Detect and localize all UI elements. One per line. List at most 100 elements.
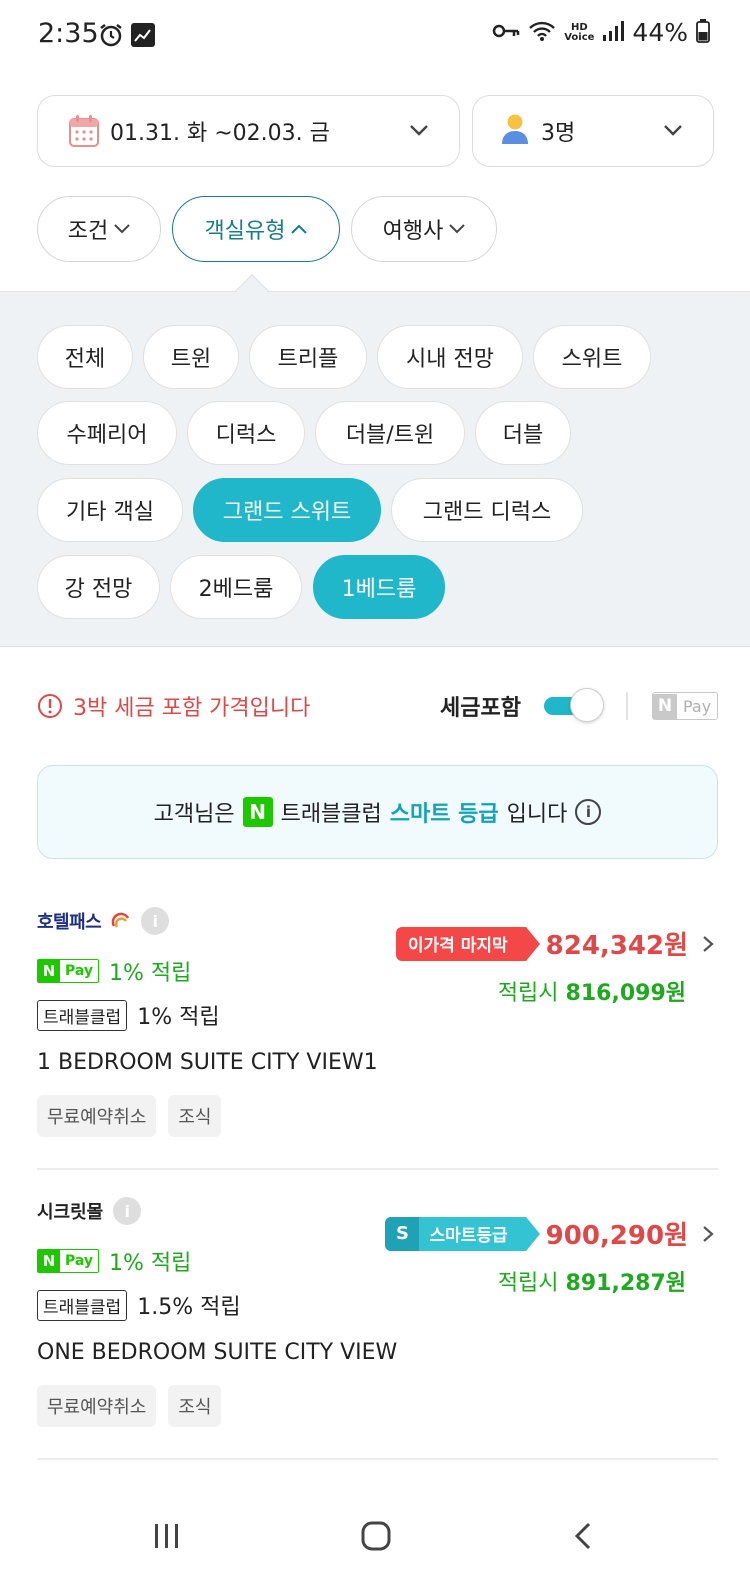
divider — [626, 692, 628, 720]
price: 824,342원 — [545, 931, 688, 961]
room-type-chip[interactable]: 2베드룸 — [170, 555, 302, 619]
reward-price: 적립시 891,287원 — [498, 1265, 686, 1297]
travelclub-badge: 트래블클럽 — [37, 999, 128, 1031]
vendor-info-icon[interactable]: i — [113, 1197, 142, 1225]
room-type-chip[interactable]: 수페리어 — [37, 401, 177, 465]
calendar-icon — [68, 114, 100, 152]
room-type-chip[interactable]: 디럭스 — [187, 401, 305, 465]
chevron-down-icon — [409, 122, 429, 141]
npay-badge: N Pay — [37, 1249, 100, 1273]
back-icon[interactable] — [572, 1521, 594, 1555]
npay-reward-row: N Pay 1% 적립 — [37, 1245, 191, 1277]
vendor-row: 시크릿몰 i — [37, 1197, 142, 1225]
room-name: 1 BEDROOM SUITE CITY VIEW1 — [37, 1050, 378, 1075]
tax-toggle-label: 세금포함 — [440, 696, 521, 721]
filter-agency[interactable]: 여행사 — [351, 196, 497, 262]
status-bar: 2:35 HD Voice 44% — [0, 0, 750, 70]
room-type-chip[interactable]: 그랜드 디럭스 — [391, 478, 583, 542]
naver-n-icon: N — [38, 1250, 60, 1272]
info-icon[interactable]: i — [575, 799, 602, 825]
npay-rate: 1% 적립 — [109, 961, 192, 986]
date-range-text: 01.31. 화 ~02.03. 금 — [110, 121, 330, 146]
room-type-chip[interactable]: 더블/트윈 — [315, 401, 465, 465]
reward-price-value: 891,287원 — [565, 1271, 686, 1296]
chevron-down-icon — [449, 224, 466, 234]
chevron-right-icon — [703, 935, 714, 952]
offer-listing[interactable]: 시크릿몰 i S 스마트등급 900,290원 적립시 891,287원 N Pa… — [37, 1195, 718, 1435]
npay-label: Pay — [65, 1253, 94, 1269]
smart-grade-label: 스마트등급 — [429, 1226, 508, 1246]
room-type-chip[interactable]: 스위트 — [533, 325, 651, 389]
vendor-logo-swirl-icon — [111, 912, 130, 928]
vendor-info-icon[interactable]: i — [141, 907, 170, 935]
tag-breakfast: 조식 — [168, 1385, 222, 1427]
vendor-name: 시크릿몰 — [37, 1202, 104, 1223]
home-icon[interactable] — [360, 1520, 392, 1556]
wifi-icon — [528, 20, 556, 46]
tax-include-toggle[interactable] — [544, 688, 604, 722]
toggle-knob — [570, 688, 604, 722]
reward-prefix: 적립시 — [497, 981, 559, 1006]
tag-list: 무료예약취소 조식 — [37, 1095, 222, 1137]
recent-apps-icon[interactable] — [152, 1521, 182, 1555]
hd-voice-top: HD — [570, 21, 588, 33]
room-type-chip[interactable]: 기타 객실 — [37, 478, 183, 542]
npay-filter-button[interactable]: N Pay — [652, 692, 719, 720]
room-name: ONE BEDROOM SUITE CITY VIEW — [37, 1340, 398, 1365]
signal-icon — [602, 20, 625, 46]
chevron-down-icon — [114, 224, 130, 234]
price: 900,290원 — [545, 1221, 688, 1251]
room-type-chip[interactable]: 더블 — [475, 401, 571, 465]
room-type-chip-selected[interactable]: 그랜드 스위트 — [193, 478, 381, 542]
travelclub-reward-row: 트래블클럽 1.5% 적립 — [37, 1289, 241, 1321]
membership-grade-banner[interactable]: 고객님은 N 트래블클럽 스마트 등급 입니다 i — [37, 765, 718, 859]
travelclub-reward-row: 트래블클럽 1% 적립 — [37, 999, 220, 1031]
tag-list: 무료예약취소 조식 — [37, 1385, 222, 1427]
filter-room-type[interactable]: 객실유형 — [172, 196, 340, 262]
filter-conditions[interactable]: 조건 — [37, 196, 161, 262]
guest-count-selector[interactable]: 3명 — [472, 95, 714, 167]
reward-price: 적립시 816,099원 — [498, 975, 686, 1007]
tag-breakfast: 조식 — [168, 1095, 222, 1137]
smart-s-icon: S — [385, 1216, 420, 1251]
npay-label: Pay — [683, 696, 712, 716]
room-type-chip[interactable]: 트리플 — [249, 325, 367, 389]
travelclub-rate: 1% 적립 — [137, 1005, 220, 1030]
price-row: 이가격 마지막 824,342원 — [395, 925, 718, 962]
tax-notice: 3박 세금 포함 가격입니다 — [37, 690, 310, 722]
naver-n-icon: N — [242, 797, 273, 827]
alert-circle-icon — [38, 694, 62, 718]
person-icon — [501, 113, 529, 149]
banner-grade: 스마트 등급 — [389, 802, 499, 827]
offer-listing[interactable]: 호텔패스 i 이가격 마지막 824,342원 적립시 816,099원 N Pa… — [37, 905, 718, 1145]
hd-voice-bottom: Voice — [564, 31, 595, 43]
naver-n-icon: N — [38, 960, 60, 982]
stocks-app-icon — [130, 22, 156, 52]
filter-label: 조건 — [67, 219, 109, 244]
room-type-chip[interactable]: 트윈 — [143, 325, 239, 389]
price-row: S 스마트등급 900,290원 — [385, 1215, 718, 1252]
room-type-chip-selected[interactable]: 1베드룸 — [313, 555, 445, 619]
date-range-selector[interactable]: 01.31. 화 ~02.03. 금 — [37, 95, 460, 167]
tag-free-cancel: 무료예약취소 — [37, 1385, 157, 1427]
divider — [37, 1458, 718, 1460]
alarm-icon — [98, 22, 124, 52]
tag-free-cancel: 무료예약취소 — [37, 1095, 157, 1137]
travelclub-rate: 1.5% 적립 — [137, 1295, 241, 1320]
banner-prefix: 고객님은 — [153, 802, 235, 827]
reward-price-value: 816,099원 — [565, 981, 686, 1006]
room-type-chip[interactable]: 전체 — [37, 325, 133, 389]
smart-grade-badge: S 스마트등급 — [385, 1216, 540, 1251]
vpn-key-icon — [492, 22, 520, 44]
room-type-chip[interactable]: 강 전망 — [37, 555, 160, 619]
vendor-logo: 호텔패스 — [37, 912, 102, 933]
travelclub-badge: 트래블클럽 — [37, 1289, 128, 1321]
tax-notice-text: 3박 세금 포함 가격입니다 — [73, 696, 311, 721]
reward-prefix: 적립시 — [497, 1271, 559, 1296]
last-price-badge: 이가격 마지막 — [395, 926, 540, 961]
room-type-chip[interactable]: 시내 전망 — [377, 325, 523, 389]
system-nav-bar — [0, 1493, 750, 1583]
guest-count-text: 3명 — [541, 121, 576, 146]
npay-label: Pay — [65, 963, 94, 979]
npay-badge: N Pay — [37, 959, 100, 983]
